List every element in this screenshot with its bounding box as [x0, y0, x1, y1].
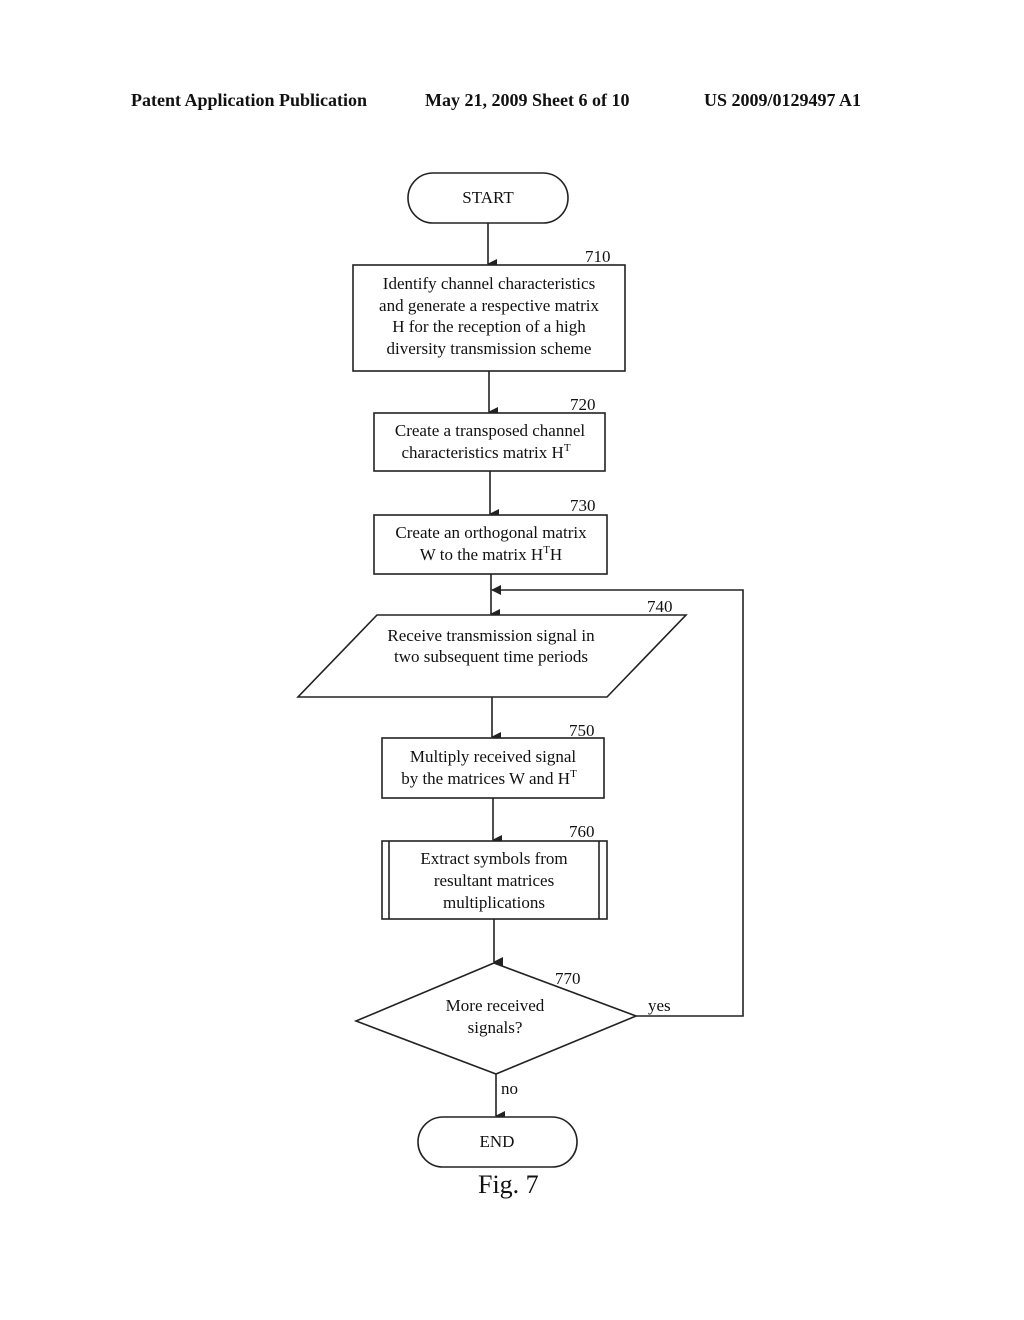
- end-terminal: END: [417, 1116, 578, 1168]
- step-750-line-1: Multiply received signal: [410, 747, 576, 766]
- step-750-line-2: by the matrices W and H: [401, 769, 570, 788]
- ref-720: 720: [570, 395, 596, 414]
- step-740-line-2: two subsequent time periods: [394, 647, 588, 666]
- end-label: END: [480, 1132, 515, 1151]
- svg-text:characteristics matrix HT: characteristics matrix HT: [401, 442, 570, 462]
- figure-caption: Fig. 7: [478, 1170, 539, 1199]
- ref-770: 770: [555, 969, 581, 988]
- step-710-line-4: diversity transmission scheme: [387, 339, 592, 358]
- step-760-line-2: resultant matrices: [434, 871, 554, 890]
- yes-label: yes: [648, 996, 671, 1015]
- step-710-line-3: H for the reception of a high: [392, 317, 586, 336]
- step-720-superscript: T: [564, 442, 571, 454]
- step-750-superscript: T: [570, 768, 577, 780]
- step-720-line-1: Create a transposed channel: [395, 421, 585, 440]
- step-720-line-2: characteristics matrix H: [401, 443, 563, 462]
- decision-770-line-2: signals?: [468, 1018, 523, 1037]
- step-760-line-1: Extract symbols from: [420, 849, 567, 868]
- start-label: START: [462, 188, 514, 207]
- ref-740: 740: [647, 597, 673, 616]
- step-740: 740 Receive transmission signal in two s…: [296, 597, 688, 698]
- decision-770-line-1: More received: [446, 996, 545, 1015]
- step-740-line-1: Receive transmission signal in: [387, 626, 595, 645]
- svg-text:by the matrices W and HT: by the matrices W and HT: [401, 768, 577, 788]
- step-750: 750 Multiply received signal by the matr…: [381, 721, 605, 799]
- decision-770: 770 More received signals?: [353, 962, 639, 1075]
- ref-710: 710: [585, 247, 611, 266]
- svg-text:W to the matrix HTH: W to the matrix HTH: [420, 544, 562, 564]
- step-730-line-2: W to the matrix H: [420, 545, 543, 564]
- ref-730: 730: [570, 496, 596, 515]
- step-760-line-3: multiplications: [443, 893, 545, 912]
- ref-750: 750: [569, 721, 595, 740]
- step-710-line-1: Identify channel characteristics: [383, 274, 595, 293]
- flowchart: START 710 Identify channel characteristi…: [296, 172, 744, 1168]
- ref-760: 760: [569, 822, 595, 841]
- start-terminal: START: [407, 172, 569, 224]
- step-710: 710 Identify channel characteristics and…: [352, 247, 626, 372]
- step-760: 760 Extract symbols from resultant matri…: [381, 822, 608, 920]
- step-710-line-2: and generate a respective matrix: [379, 296, 599, 315]
- no-label: no: [501, 1079, 518, 1098]
- step-730-line-1: Create an orthogonal matrix: [395, 523, 587, 542]
- step-730-line-2-end: H: [550, 545, 562, 564]
